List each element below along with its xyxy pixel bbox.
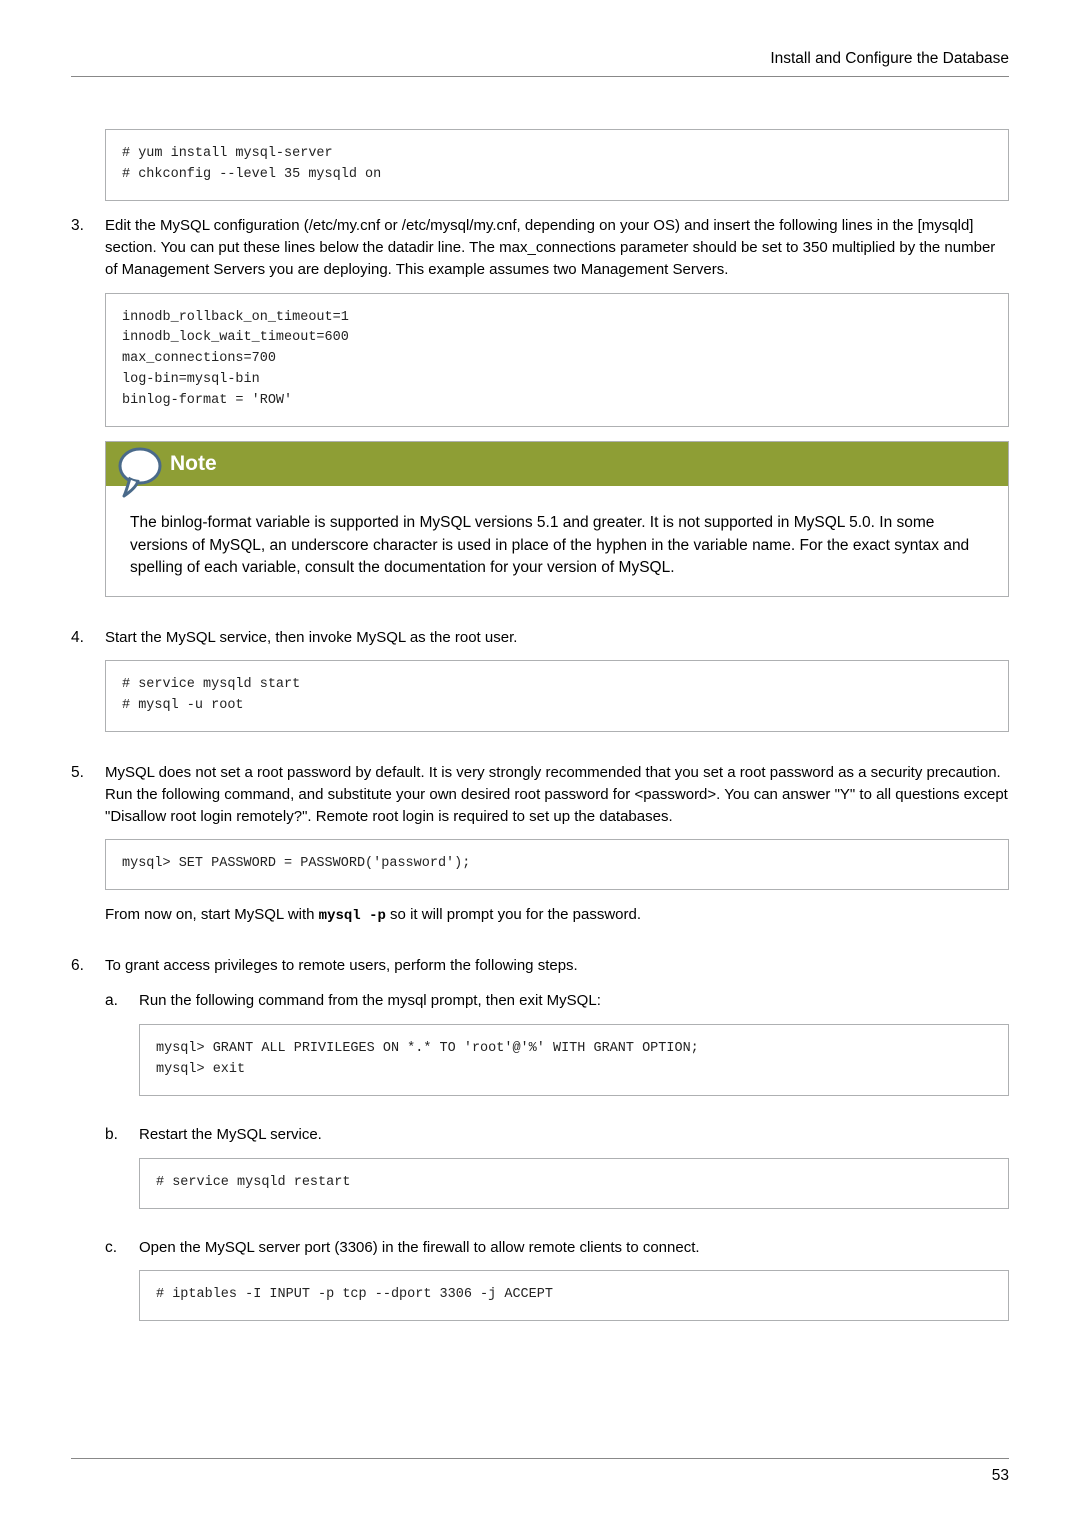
page-number: 53 bbox=[992, 1467, 1009, 1484]
ordered-steps: 3. Edit the MySQL configuration (/etc/my… bbox=[71, 215, 1009, 1349]
text-pre: From now on, start MySQL with bbox=[105, 906, 319, 923]
step-number: 6. bbox=[71, 955, 105, 1350]
step-text: MySQL does not set a root password by de… bbox=[105, 762, 1009, 827]
code-block-mysqld-conf: innodb_rollback_on_timeout=1 innodb_lock… bbox=[105, 293, 1009, 428]
note-callout: Note The binlog-format variable is suppo… bbox=[105, 441, 1009, 596]
step-number: 5. bbox=[71, 762, 105, 938]
inline-code: mysql -p bbox=[319, 908, 386, 924]
code-block-start-mysql: # service mysqld start # mysql -u root bbox=[105, 660, 1009, 732]
step-text: Edit the MySQL configuration (/etc/my.cn… bbox=[105, 215, 1009, 280]
substep-c: c. Open the MySQL server port (3306) in … bbox=[105, 1237, 1009, 1336]
code-block-grant: mysql> GRANT ALL PRIVILEGES ON *.* TO 'r… bbox=[139, 1024, 1009, 1096]
step-text: To grant access privileges to remote use… bbox=[105, 955, 1009, 977]
substep-text: Run the following command from the mysql… bbox=[139, 990, 1009, 1012]
substep-letter: a. bbox=[105, 990, 139, 1110]
page-content: # yum install mysql-server # chkconfig -… bbox=[71, 85, 1009, 1425]
note-label: Note bbox=[170, 449, 217, 479]
substep-text: Open the MySQL server port (3306) in the… bbox=[139, 1237, 1009, 1259]
substep-a: a. Run the following command from the my… bbox=[105, 990, 1009, 1110]
page-footer: 53 bbox=[71, 1458, 1009, 1487]
code-block-set-password: mysql> SET PASSWORD = PASSWORD('password… bbox=[105, 839, 1009, 890]
page-header: Install and Configure the Database bbox=[71, 48, 1009, 77]
step-6: 6. To grant access privileges to remote … bbox=[71, 955, 1009, 1350]
header-title: Install and Configure the Database bbox=[71, 48, 1009, 77]
step-text: Start the MySQL service, then invoke MyS… bbox=[105, 627, 1009, 649]
step-number: 4. bbox=[71, 627, 105, 747]
substep-text: Restart the MySQL service. bbox=[139, 1124, 1009, 1146]
note-body: The binlog-format variable is supported … bbox=[106, 486, 1008, 595]
step-4: 4. Start the MySQL service, then invoke … bbox=[71, 627, 1009, 747]
substep-letter: b. bbox=[105, 1124, 139, 1223]
substep-b: b. Restart the MySQL service. # service … bbox=[105, 1124, 1009, 1223]
substep-letter: c. bbox=[105, 1237, 139, 1336]
step-5: 5. MySQL does not set a root password by… bbox=[71, 762, 1009, 938]
step-followup: From now on, start MySQL with mysql -p s… bbox=[105, 904, 1009, 926]
substeps: a. Run the following command from the my… bbox=[105, 990, 1009, 1335]
text-post: so it will prompt you for the password. bbox=[386, 906, 641, 923]
step-number: 3. bbox=[71, 215, 105, 610]
code-block-restart: # service mysqld restart bbox=[139, 1158, 1009, 1209]
code-block-install: # yum install mysql-server # chkconfig -… bbox=[105, 129, 1009, 201]
note-header: Note bbox=[106, 442, 1008, 486]
code-block-iptables: # iptables -I INPUT -p tcp --dport 3306 … bbox=[139, 1270, 1009, 1321]
speech-bubble-icon bbox=[116, 444, 164, 500]
step-3: 3. Edit the MySQL configuration (/etc/my… bbox=[71, 215, 1009, 610]
